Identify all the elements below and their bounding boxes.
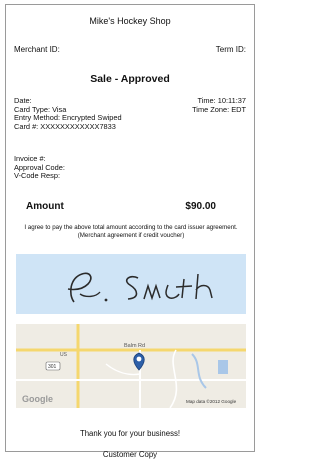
road-label-left: US (60, 352, 68, 358)
merchant-term-row: Merchant ID: Term ID: (14, 45, 246, 54)
transaction-status: Sale - Approved (90, 73, 170, 85)
location-map[interactable]: Balm Rd US 301 Google Map data ©2012 Goo… (16, 324, 246, 408)
customer-copy-label: Customer Copy (102, 450, 158, 459)
time-details: Time: 10:11:37 Time Zone: EDT (192, 96, 246, 114)
term-id-label: Term ID: (215, 45, 246, 54)
map-attribution: Map data ©2012 Google (186, 398, 237, 404)
amount-value: $90.00 (185, 201, 216, 212)
vcode-label: V-Code Resp: (14, 171, 61, 181)
amount-row: Amount $90.00 (26, 201, 216, 212)
receipt: Mike's Hockey Shop Merchant ID: Term ID:… (5, 4, 255, 459)
signature-image (67, 272, 213, 303)
merchant-id-label: Merchant ID: (14, 45, 60, 54)
time-zone: Time Zone: EDT (192, 104, 246, 114)
invoice-details: Invoice #: Approval Code: V-Code Resp: (14, 154, 65, 181)
highway-shield-label: 301 (48, 364, 57, 370)
shop-name: Mike's Hockey Shop (89, 16, 171, 26)
thank-you-message: Thank you for your business! (79, 429, 181, 438)
agreement-text: I agree to pay the above total amount ac… (24, 224, 238, 239)
google-logo: Google (22, 394, 53, 404)
amount-label: Amount (26, 201, 64, 212)
signature-box (16, 254, 246, 314)
card-number: Card #: XXXXXXXXXXXX7833 (14, 121, 116, 131)
transaction-details: Date: Card Type: Visa Entry Method: Encr… (14, 96, 122, 131)
road-label-top: Balm Rd (124, 343, 145, 349)
map-canvas[interactable]: Balm Rd US 301 Google Map data ©2012 Goo… (16, 324, 246, 408)
